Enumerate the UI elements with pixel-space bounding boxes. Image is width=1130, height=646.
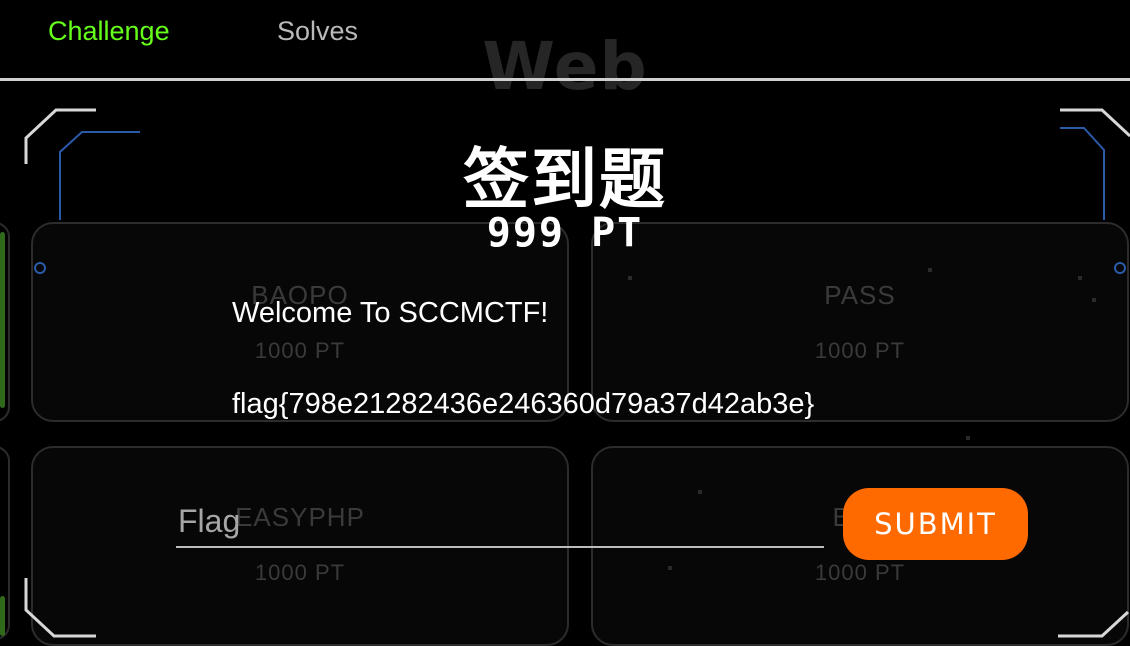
background-star bbox=[698, 490, 702, 494]
background-card-points: 1000 PT bbox=[254, 560, 346, 585]
background-star bbox=[668, 566, 672, 570]
submit-button[interactable]: SUBMIT bbox=[843, 488, 1028, 560]
tab-challenge[interactable]: Challenge bbox=[48, 16, 170, 47]
challenge-points: 999 PT bbox=[486, 210, 644, 256]
top-navigation: Challenge Solves bbox=[0, 0, 1130, 81]
background-star bbox=[1092, 298, 1096, 302]
challenge-description: Welcome To SCCMCTF! bbox=[232, 297, 549, 329]
background-card-edge-accent bbox=[0, 596, 5, 636]
background-card-edge-accent bbox=[0, 232, 5, 408]
flag-input[interactable] bbox=[176, 496, 824, 548]
background-star bbox=[966, 436, 970, 440]
tab-solves[interactable]: Solves bbox=[277, 16, 358, 47]
background-star bbox=[928, 268, 932, 272]
challenge-flag-text: flag{798e21282436e246360d79a37d42ab3e} bbox=[232, 388, 815, 420]
background-star bbox=[628, 276, 632, 280]
background-card-points: 1000 PT bbox=[814, 560, 906, 585]
challenge-title: 签到题 bbox=[463, 141, 667, 218]
background-card-name: PASS bbox=[824, 280, 896, 310]
background-card-points: 1000 PT bbox=[254, 338, 346, 363]
background-star bbox=[1078, 276, 1082, 280]
background-card-points: 1000 PT bbox=[814, 338, 906, 363]
